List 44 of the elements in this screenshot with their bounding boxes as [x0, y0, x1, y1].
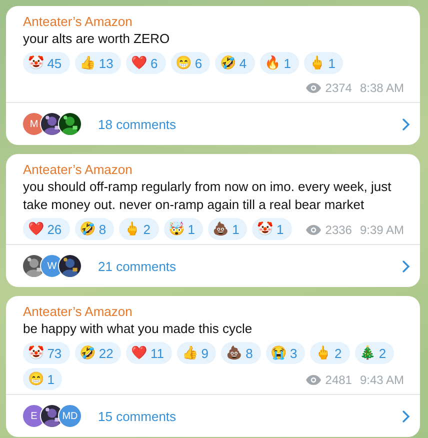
reaction-chip[interactable]: 🤣 8 [74, 218, 114, 240]
reaction-chip[interactable]: 🤡 45 [23, 52, 70, 74]
message-text: be happy with what you made this cycle [23, 320, 254, 338]
view-count: 2374 [325, 81, 352, 95]
comments-link[interactable]: 21 comments [98, 258, 176, 274]
eye-icon [306, 225, 322, 235]
reaction-chip[interactable]: 💩 1 [208, 218, 248, 240]
chevron-right-icon[interactable] [402, 118, 410, 130]
reaction-chip[interactable]: ❤ 11 [126, 342, 172, 364]
reaction-chip[interactable]: 🤯 1 [164, 218, 203, 240]
reaction-chip[interactable]: 🖕 2 [119, 218, 158, 240]
avatar: MD [58, 404, 82, 428]
reaction-chip[interactable]: ❤ 6 [126, 52, 166, 74]
message-text: your alts are worth ZERO [23, 30, 171, 48]
chevron-right-icon[interactable] [402, 410, 410, 422]
view-count: 2336 [325, 223, 352, 237]
chevron-right-icon[interactable] [402, 260, 410, 272]
reaction-chip[interactable]: 😁 1 [23, 368, 62, 390]
eye-icon [306, 83, 322, 93]
reaction-chip[interactable]: 🖕 2 [310, 342, 350, 364]
reaction-chip[interactable]: 🤣 4 [215, 52, 255, 74]
eye-icon [306, 375, 322, 385]
author-name[interactable]: Anteater’s Amazon [23, 13, 404, 30]
reaction-chip[interactable]: 😁 6 [170, 52, 210, 74]
reaction-chip[interactable]: 😭 3 [266, 342, 306, 364]
reaction-chip[interactable]: 💩 8 [221, 342, 261, 364]
timestamp: 9:39 AM [360, 223, 404, 237]
timestamp: 9:43 AM [360, 373, 404, 387]
reaction-chip[interactable]: 🖕 1 [304, 52, 344, 74]
reaction-chip[interactable]: 🤡 1 [252, 218, 292, 240]
message-text: you should off-ramp regularly from now on imo. every week, just take money out. never on-ramp again till a real bear market [23, 178, 392, 214]
reaction-chip[interactable]: 🤣 22 [74, 342, 122, 364]
timestamp: 8:38 AM [360, 81, 404, 95]
reaction-chip[interactable]: 🔥 1 [260, 52, 299, 74]
comments-link[interactable]: 18 comments [98, 116, 176, 132]
reaction-chip[interactable]: ❤ 26 [23, 218, 70, 240]
view-count: 2481 [325, 373, 352, 387]
author-name[interactable]: Anteater’s Amazon [23, 161, 404, 178]
reaction-chip[interactable]: 🤡 73 [23, 342, 70, 364]
author-name[interactable]: Anteater’s Amazon [23, 303, 404, 320]
reaction-chip[interactable]: 🎄 2 [354, 342, 394, 364]
comments-link[interactable]: 15 comments [98, 408, 176, 424]
reaction-chip[interactable]: 👍 13 [74, 52, 122, 74]
reaction-chip[interactable]: 👍 9 [177, 342, 216, 364]
